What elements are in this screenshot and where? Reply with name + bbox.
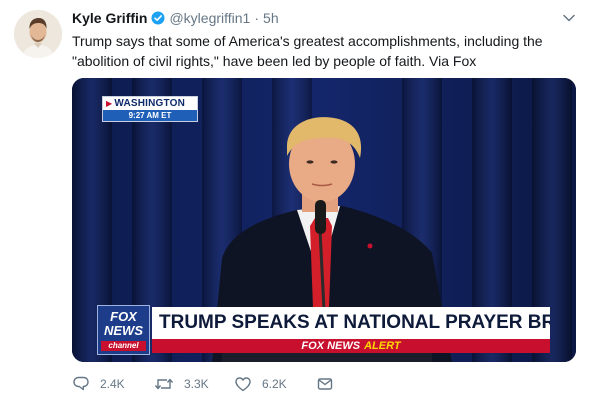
fox-news-logo: FOX NEWS channel [97,305,150,355]
separator-dot: · [254,10,260,26]
author-handle[interactable]: @kylegriffin1 [169,10,250,26]
retweet-count: 3.3K [184,377,209,391]
like-count: 6.2K [262,377,287,391]
alert-brand: FOX NEWS [301,340,361,352]
reply-icon [72,375,90,393]
tweet[interactable]: Kyle Griffin @kylegriffin1 · 5h Trump sa… [0,0,591,410]
location-bug: ▶ WASHINGTON 9:27 AM ET [102,96,198,122]
direct-message-button[interactable] [316,375,334,393]
retweet-icon [154,375,174,393]
chyron-headline: TRUMP SPEAKS AT NATIONAL PRAYER BREAKFAS… [152,307,550,339]
heart-icon [234,375,252,393]
chevron-down-icon[interactable] [560,10,578,26]
logo-line-news: NEWS [104,323,143,338]
envelope-icon [316,375,334,393]
avatar-image [14,10,62,58]
reply-count: 2.4K [100,377,125,391]
location-time: 9:27 AM ET [103,110,197,121]
avatar[interactable] [14,10,62,58]
location-label: WASHINGTON [114,98,186,109]
logo-line-channel: channel [101,341,146,351]
play-triangle-icon: ▶ [106,99,113,108]
alert-word: ALERT [364,340,401,352]
chyron-alert-bar: FOX NEWS ALERT [152,339,550,353]
like-button[interactable]: 6.2K [234,375,316,393]
logo-line-fox: FOX [110,309,137,324]
video-player[interactable]: ▶ WASHINGTON 9:27 AM ET FOX NEWS channel … [72,78,576,362]
author-name[interactable]: Kyle Griffin [72,10,147,26]
tweet-header: Kyle Griffin @kylegriffin1 · 5h [72,9,279,27]
verified-badge-icon [151,11,165,25]
reply-button[interactable]: 2.4K [72,375,154,393]
tweet-timestamp[interactable]: 5h [263,10,279,26]
tweet-actions: 2.4K 3.3K 6.2K [72,372,334,396]
tweet-text: Trump says that some of America's greate… [72,33,543,69]
retweet-button[interactable]: 3.3K [154,375,234,393]
